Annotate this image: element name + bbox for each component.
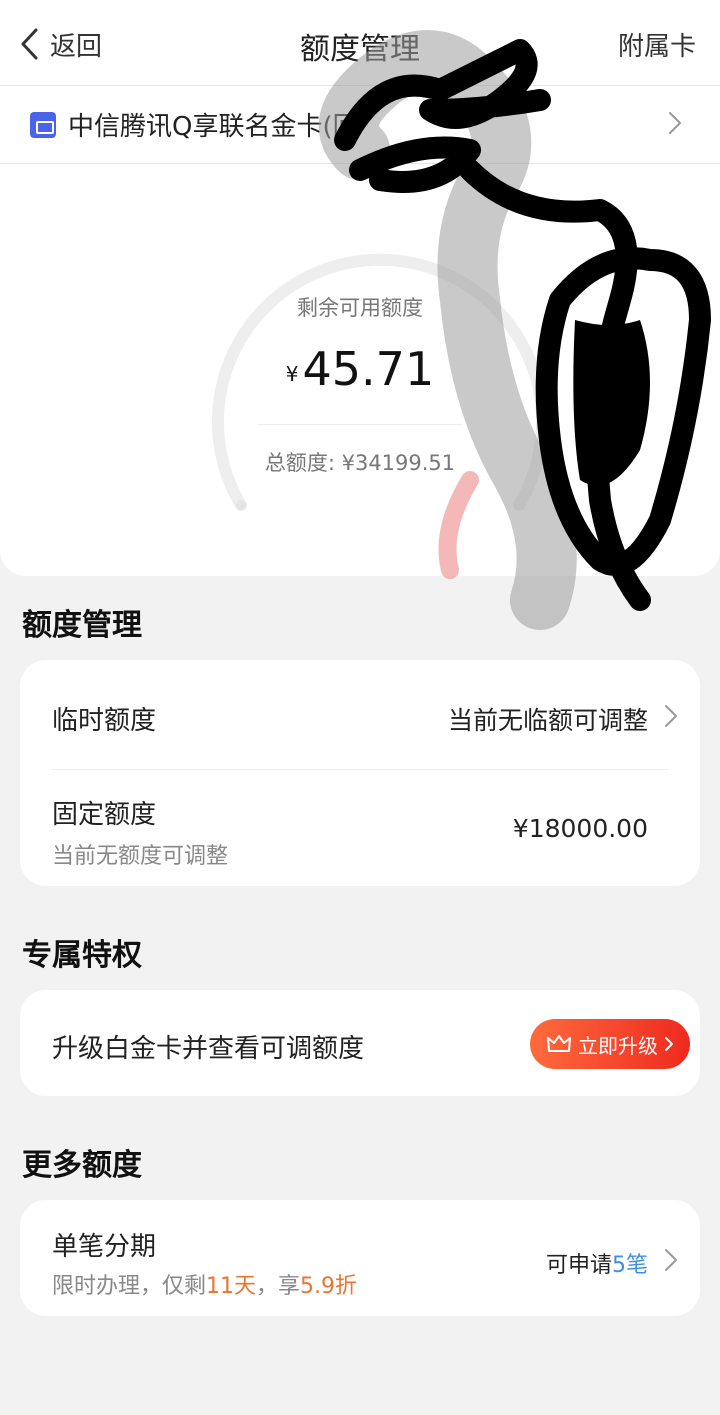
availability-count: 5笔 bbox=[612, 1253, 648, 1278]
chevron-right-icon bbox=[665, 1037, 673, 1051]
card-selector[interactable]: 中信腾讯Q享联名金卡(回 bbox=[0, 86, 720, 164]
upgrade-now-button[interactable]: 立即升级 bbox=[530, 1019, 690, 1069]
fixed-limit-sub: 当前无额度可调整 bbox=[52, 844, 229, 869]
installment-row[interactable]: 单笔分期 限时办理，仅剩11天，享5.9折 可申请5笔 bbox=[20, 1200, 700, 1316]
promo-discount: 5.9折 bbox=[300, 1274, 358, 1299]
available-credit-label: 剩余可用额度 bbox=[297, 296, 423, 320]
section-title-more: 更多额度 bbox=[22, 1148, 142, 1183]
limit-panel: 临时额度 当前无临额可调整 固定额度 当前无额度可调整 ¥18000.00 bbox=[20, 660, 700, 886]
currency-symbol: ¥ bbox=[285, 362, 299, 386]
installment-label: 单笔分期 bbox=[52, 1232, 157, 1262]
promo-mid: ，享 bbox=[256, 1274, 301, 1299]
chevron-right-icon bbox=[664, 704, 678, 732]
crown-icon bbox=[547, 1035, 571, 1052]
page-title: 额度管理 bbox=[300, 32, 420, 67]
card-name: 中信腾讯Q享联名金卡(回 bbox=[68, 112, 359, 142]
available-credit-amount: ¥45.71 bbox=[0, 342, 720, 396]
privilege-panel: 升级白金卡并查看可调额度 立即升级 bbox=[20, 990, 700, 1096]
gauge-divider bbox=[258, 424, 462, 425]
installment-promo: 限时办理，仅剩11天，享5.9折 bbox=[52, 1268, 357, 1300]
chevron-right-icon bbox=[668, 111, 682, 139]
fixed-limit-label: 固定额度 bbox=[52, 800, 157, 830]
upgrade-button-label: 立即升级 bbox=[578, 1033, 658, 1058]
section-title-privilege: 专属特权 bbox=[22, 938, 142, 973]
top-nav-bar: 返回 额度管理 附属卡 bbox=[0, 0, 720, 86]
credit-card-icon bbox=[30, 111, 56, 138]
section-title-limit: 额度管理 bbox=[22, 608, 142, 643]
promo-prefix: 限时办理，仅剩 bbox=[52, 1274, 207, 1299]
available-credit-gauge: 剩余可用额度 ¥45.71 总额度: ¥34199.51 bbox=[0, 164, 720, 576]
availability-prefix: 可申请 bbox=[545, 1253, 612, 1278]
total-credit: 总额度: ¥34199.51 bbox=[264, 451, 456, 475]
supplementary-card-link[interactable]: 附属卡 bbox=[618, 26, 696, 63]
installment-availability: 可申请5笔 bbox=[546, 1247, 648, 1279]
chevron-right-icon bbox=[664, 1248, 678, 1276]
fixed-limit-row: 固定额度 当前无额度可调整 ¥18000.00 bbox=[20, 770, 700, 886]
gauge-start-dot bbox=[236, 500, 246, 510]
upgrade-label: 升级白金卡并查看可调额度 bbox=[52, 1034, 365, 1064]
fixed-limit-value: ¥18000.00 bbox=[512, 814, 648, 843]
promo-days: 11天 bbox=[206, 1274, 257, 1299]
temporary-limit-value: 当前无临额可调整 bbox=[447, 706, 648, 735]
available-credit-value: 45.71 bbox=[302, 342, 435, 396]
temporary-limit-row[interactable]: 临时额度 当前无临额可调整 bbox=[20, 660, 700, 770]
temporary-limit-label: 临时额度 bbox=[52, 706, 157, 736]
